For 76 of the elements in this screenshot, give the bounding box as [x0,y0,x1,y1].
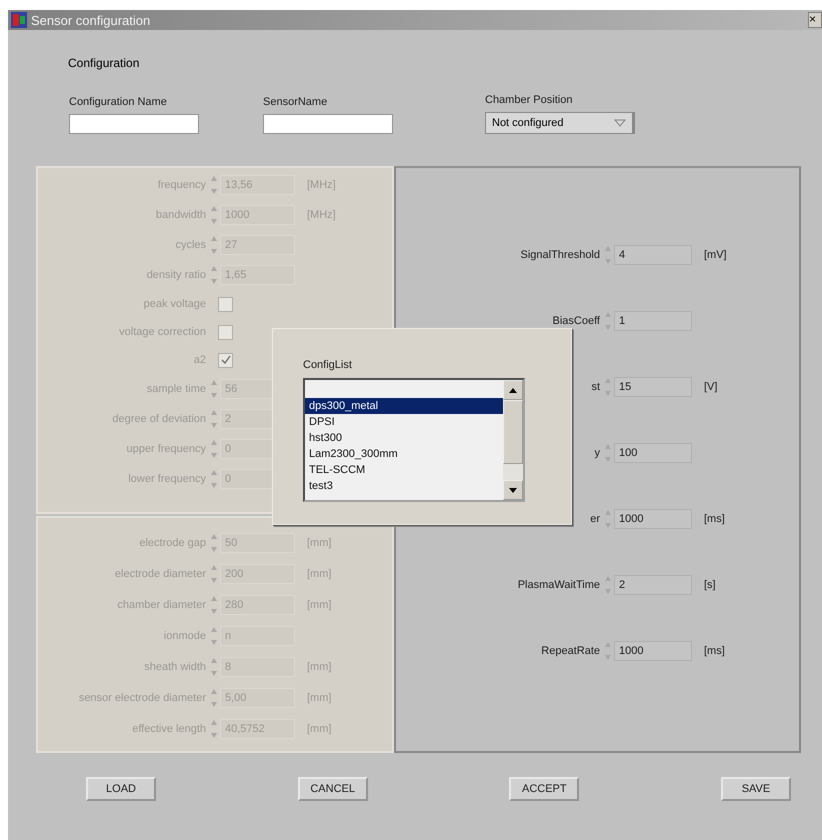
spinner-icon[interactable] [604,508,612,530]
field-label: upper frequency [126,443,206,455]
field-label: st [590,381,600,393]
list-label: ConfigList [303,359,353,371]
unit-label: [mm] [307,723,332,735]
unit-label: [mm] [307,599,332,611]
field-label: sheath width [143,661,206,673]
unit-label: [s] [704,579,716,591]
check-icon [220,355,230,365]
field-label: chamber diameter [116,599,206,611]
field-label: density ratio [146,269,206,281]
numeric-field[interactable]: 100 [614,443,692,463]
list-item[interactable]: hst300 [305,430,503,446]
numeric-field[interactable]: 4 [614,245,692,265]
dialog-button[interactable]: CANCEL [298,777,368,801]
numeric-field[interactable]: 15 [614,377,692,397]
window-title: Sensor configuration [31,12,152,28]
unit-label: [V] [704,381,718,393]
unit-label: [ms] [704,645,725,657]
field-label: RepeatRate [540,645,600,657]
unit-label: [mm] [307,537,332,549]
unit-label: [mm] [307,692,332,704]
caret-icon [614,119,626,127]
field-label: sample time [146,383,206,395]
list-item[interactable]: dps300_metal [305,398,503,414]
list-item[interactable]: test3 [305,478,503,494]
field-label: PlasmaWaitTime [516,579,600,591]
spinner-icon[interactable] [604,442,612,464]
list-item[interactable]: Lam2300_300mm [305,446,503,462]
numeric-field[interactable]: 1 [614,311,692,331]
checkbox-label: voltage correction [118,326,206,338]
field-label: electrode gap [138,537,206,549]
dropdown[interactable]: Not configured [485,112,635,134]
field-label: SignalThreshold [520,249,600,261]
field-label: Chamber Position [485,94,574,106]
numeric-field[interactable]: 1000 [614,509,692,529]
spinner-icon[interactable] [604,574,612,596]
field-label: lower frequency [127,473,206,485]
spinner-icon[interactable] [604,244,612,266]
app-icon [11,12,27,28]
text-field[interactable] [263,114,393,134]
dialog-button[interactable]: SAVE [720,777,791,801]
checkbox-label: a2 [192,354,206,366]
spinner-icon[interactable] [604,376,612,398]
unit-label: [MHz] [307,179,336,191]
scroll-bar[interactable] [503,380,523,500]
close-button[interactable]: × [808,12,822,28]
list-item[interactable]: TEL-SCCM [305,462,503,478]
spinner-icon[interactable] [604,310,612,332]
text-field[interactable] [69,114,199,134]
field-label: degree of deviation [111,413,206,425]
field-label: ionmode [162,630,206,642]
dialog-button[interactable]: ACCEPT [509,777,580,801]
numeric-field[interactable]: 1000 [614,641,692,661]
numeric-field[interactable]: 2 [614,575,692,595]
list-item[interactable]: DPSI [305,414,503,430]
field-label: BiasCoeff [552,315,600,327]
dialog-button[interactable]: LOAD [86,777,156,801]
field-label: frequency [156,179,206,191]
field-label: electrode diameter [114,568,206,580]
field-label: bandwidth [154,209,206,221]
field-label: sensor electrode diameter [78,692,206,704]
section-heading: Configuration [68,56,140,70]
field-label: cycles [174,239,206,251]
checkbox-label: peak voltage [142,298,206,310]
field-label: Configuration Name [69,96,168,108]
field-label: SensorName [263,96,328,108]
unit-label: [mV] [704,249,727,261]
unit-label: [MHz] [307,209,336,221]
spinner-icon[interactable] [604,640,612,662]
unit-label: [ms] [704,513,725,525]
field-label: y [594,447,600,459]
unit-label: [mm] [307,661,332,673]
field-label: er [589,513,600,525]
field-label: effective length [131,723,206,735]
unit-label: [mm] [307,568,332,580]
